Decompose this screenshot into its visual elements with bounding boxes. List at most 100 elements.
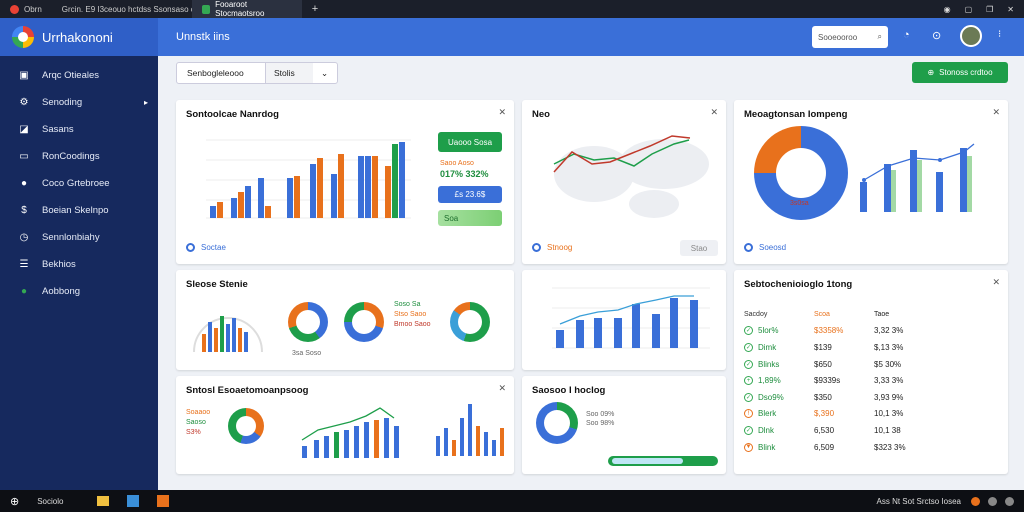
new-tab-button[interactable]: + (302, 3, 328, 15)
taskbar-item[interactable]: Sociolo (29, 497, 71, 506)
table-row[interactable]: ▼ Blink 6,509 $323 3% (744, 439, 1000, 456)
favicon-icon (201, 4, 211, 14)
map-button[interactable]: Stao (680, 240, 718, 256)
radial-bar-chart (193, 316, 263, 353)
avatar[interactable] (960, 25, 982, 47)
sidebar-nav: ▣ Arqc Otieales ⚙ Senoding ▸ ◪ Sasans ▭ RonCo… (0, 62, 158, 305)
card-trend-chart (522, 270, 726, 370)
os-taskbar: ⊕ Sociolo Ass Nt Sot Srctso Iosea (0, 490, 1024, 512)
toolbar-selector[interactable]: Senbogleleooo Stolis ⌄ (176, 62, 338, 84)
check-icon: ✓ (744, 392, 753, 402)
sidebar-item[interactable]: ▣ Arqc Otieales (0, 62, 158, 89)
sidebar-item[interactable]: ◪ Sasans (0, 116, 158, 143)
start-icon[interactable]: ⊕ (0, 495, 29, 508)
close-icon[interactable]: ✕ (992, 107, 1000, 118)
table-row[interactable]: ✓ Dlnk 6,530 10,1 38 (744, 422, 1000, 439)
donut-chart (228, 408, 264, 444)
folder-icon[interactable] (97, 496, 110, 506)
search-input[interactable]: Sooeooroo ⌕ (812, 26, 888, 48)
restore-icon[interactable]: ❐ (986, 5, 993, 14)
close-icon[interactable]: ✕ (498, 383, 506, 394)
info-icon (744, 243, 753, 252)
table-row[interactable]: ✓ Blinks $650 $5 30% (744, 356, 1000, 373)
close-icon[interactable]: ✕ (1007, 5, 1014, 14)
system-tray: Ass Nt Sot Srctso Iosea (876, 496, 961, 506)
card-title: Sebtochenioioglo 1tong (744, 279, 853, 290)
card-footer[interactable]: Stnoog (532, 243, 572, 252)
table-row[interactable]: ! Blerk $,390 10,1 3% (744, 406, 1000, 423)
plus-icon: + (744, 376, 753, 386)
ring-chart (288, 302, 328, 342)
shield-icon: ▼ (744, 442, 753, 452)
chevron-right-icon: ▸ (143, 98, 148, 107)
account-icon[interactable]: ◉ (944, 5, 951, 14)
search-icon: ⌕ (877, 32, 882, 41)
more-icon[interactable]: ⁝ (998, 29, 1001, 40)
table-row[interactable]: +1,89% $9339s 3,33 3% (744, 372, 1000, 389)
card-title: Meoagtonsan Iompeng (744, 109, 848, 120)
progress-bar: Soa (438, 210, 502, 226)
sidebar-item[interactable]: ◷ Sennlonbiahy (0, 224, 158, 251)
app-brand[interactable]: Urrhakononi (0, 18, 158, 56)
stat-button-blue[interactable]: £s 23.6$ (438, 186, 502, 203)
stat-value: 017% 332% (440, 169, 489, 179)
card-sales-stats: Sleose Stenie Soso Sa Stso Saoo Bmoo Sao… (176, 270, 514, 370)
card-note: 3sa Soso (292, 350, 322, 357)
card-performance-table: Sebtochenioioglo 1tong ✕ Sacdoy Scoa Tao… (734, 270, 1008, 474)
data-table: Sacdoy Scoa Taoe ✓ 5lor% $3358% 3,32 3% ✓ Di… (744, 306, 1000, 455)
bar-line-chart (552, 287, 710, 349)
stat-button-green[interactable]: Uaooo Sosa (438, 132, 502, 152)
store-icon[interactable] (127, 495, 140, 507)
check-icon: ✓ (744, 425, 753, 435)
close-icon[interactable]: ✕ (498, 107, 506, 118)
close-icon[interactable]: ✕ (710, 107, 718, 118)
browser-tab[interactable]: Grcin. E9 I3ceouo hctdss Ssonsaso ccrcrr… (52, 0, 192, 18)
card-map: Neo ✕ Stao Stnoog (522, 100, 726, 264)
app-header: Unnstk iins Sooeooroo ⌕ ◔ ⊙ ⁝ (158, 18, 1024, 56)
clock-icon: ◷ (19, 232, 29, 243)
bell-icon[interactable]: ◔ (903, 29, 910, 41)
help-icon[interactable]: ⊙ (932, 29, 941, 42)
browser-tab-active[interactable]: Fooaroot Stocmaotsroo (191, 0, 302, 18)
legend: Soaaoo Saoso S3% (186, 409, 211, 436)
sidebar-item[interactable]: $ Boeian Skelnpo (0, 197, 158, 224)
chart-icon: ◪ (19, 124, 29, 135)
user-icon: ● (20, 178, 28, 189)
sidebar-item[interactable]: ☰ Bekhios (0, 251, 158, 278)
sidebar-item[interactable]: ● Coco Grtebroee (0, 170, 158, 197)
table-row[interactable]: ✓ 5lor% $3358% 3,32 3% (744, 323, 1000, 340)
ring-chart (344, 302, 384, 342)
browser-tabbar: Obrn Grcin. E9 I3ceouo hctdss Ssonsaso c… (0, 0, 1024, 18)
card-sales-tracking: Saosoo I hoclog Soo 09% Soo 98% (522, 376, 726, 474)
bar-chart (206, 139, 411, 219)
table-row[interactable]: ✓ Dimk $139 $,13 3% (744, 339, 1000, 356)
sidebar-item[interactable]: ⚙ Senoding ▸ (0, 89, 158, 116)
sidebar-item[interactable]: ▭ RonCoodings (0, 143, 158, 170)
check-icon: ✓ (744, 326, 753, 336)
world-line-chart (553, 135, 709, 218)
chat-icon: ▭ (19, 151, 29, 162)
stat-label: Saoo Aoso (440, 160, 474, 167)
info-icon (186, 243, 195, 252)
primary-action-button[interactable]: ⊕ Stonoss crdtoo (912, 62, 1008, 83)
card-title: Sontoolcae Nanrdog (186, 109, 279, 120)
card-sales-overview: Sontoolcae Nanrdog ✕ Uaooo Sosa Saoo Aos… (176, 100, 514, 264)
card-title: Sntosl Esoaetomoanpsoog (186, 385, 309, 396)
donut-label: 3s0sa (790, 200, 809, 207)
list-icon: ☰ (19, 259, 29, 270)
info-icon (532, 243, 541, 252)
card-sales-comparison: Sntosl Esoaetomoanpsoog ✕ Soaaoo Saoso S… (176, 376, 514, 474)
table-row[interactable]: ✓ Dso9% $350 3,93 9% (744, 389, 1000, 406)
tray-icons[interactable] (971, 496, 1024, 506)
ring-chart (450, 302, 490, 342)
card-title: Sleose Stenie (186, 279, 248, 290)
minimize-icon[interactable]: ▢ (965, 5, 973, 14)
app-icon[interactable] (157, 495, 170, 507)
browser-tab[interactable]: Obrn (0, 0, 52, 18)
legend: Soso Sa Stso Saoo Bmoo Saoo (394, 301, 431, 328)
card-footer[interactable]: Soctae (186, 243, 226, 252)
card-footer[interactable]: Soeosd (744, 243, 786, 252)
sidebar-item[interactable]: ● Aobbong (0, 278, 158, 305)
close-icon[interactable]: ✕ (992, 277, 1000, 288)
warning-icon: ! (744, 409, 753, 419)
